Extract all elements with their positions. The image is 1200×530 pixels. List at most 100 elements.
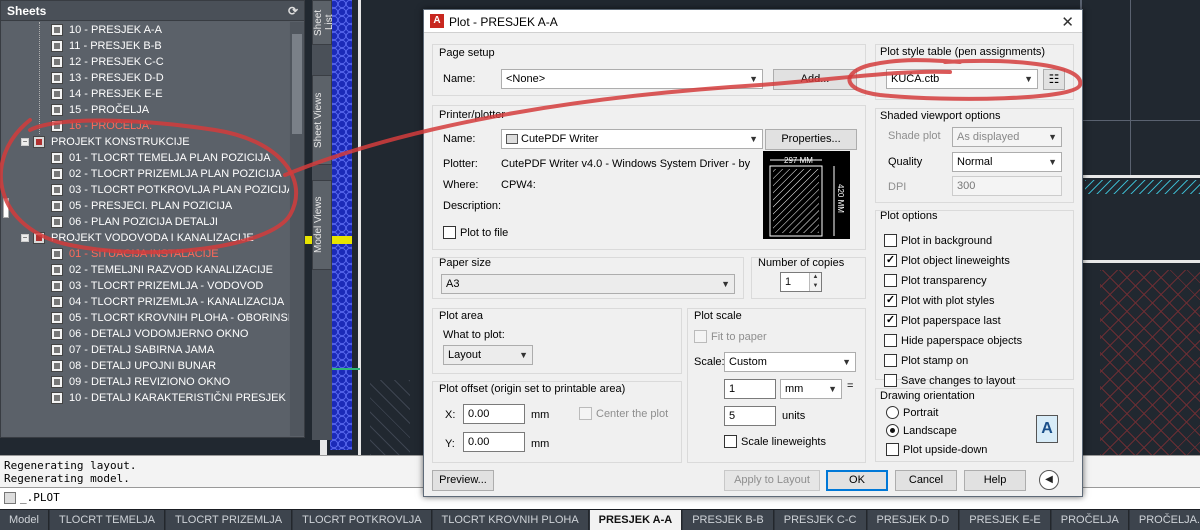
collapse-icon[interactable]: − (21, 138, 29, 146)
apply-to-layout-button[interactable]: Apply to Layout (724, 470, 820, 491)
tree-sheet-item[interactable]: 12 - PRESJEK C-C (3, 54, 289, 70)
sheet-icon (51, 184, 63, 196)
tree-sheet-item[interactable]: 10 - DETALJ KARAKTERISTIČNI PRESJEK ROVA (3, 390, 289, 406)
offset-y-input[interactable]: 0.00 (463, 432, 525, 452)
what-to-plot-select[interactable]: Layout ▼ (443, 345, 533, 365)
collapse-icon[interactable]: − (21, 234, 29, 242)
tree-sheet-item[interactable]: 03 - TLOCRT POTKROVLJA PLAN POZICIJA (3, 182, 289, 198)
panel-scrollbar[interactable] (290, 22, 304, 436)
scrollbar-thumb[interactable] (292, 34, 302, 134)
plot-option-checkbox[interactable]: ✓ Plot paperspace last (884, 313, 1001, 330)
layout-tab[interactable]: TLOCRT POTKROVLJA (293, 510, 432, 530)
tree-sheet-item[interactable]: 09 - DETALJ REVIZIONO OKNO (3, 374, 289, 390)
tree-sheet-item[interactable]: 06 - PLAN POZICIJA DETALJI (3, 214, 289, 230)
layout-tab[interactable]: PRESJEK D-D (867, 510, 960, 530)
edit-style-button[interactable]: ☷ (1043, 69, 1065, 90)
collapse-options-icon[interactable]: ◀ (1039, 470, 1059, 490)
tab-sheet-views[interactable]: Sheet Views (312, 75, 332, 165)
dialog-titlebar[interactable]: A Plot - PRESJEK A-A ✕ (424, 10, 1082, 33)
tree-sheet-item[interactable]: 02 - TEMELJNI RAZVOD KANALIZACIJE (3, 262, 289, 278)
tree-sheet-item[interactable]: 15 - PROČELJA (3, 102, 289, 118)
tree-sheet-item[interactable]: 08 - DETALJ UPOJNI BUNAR (3, 358, 289, 374)
layout-tab[interactable]: PRESJEK C-C (774, 510, 867, 530)
panel-header: Sheets ⟳ (1, 1, 304, 21)
center-plot-checkbox[interactable]: Center the plot (579, 406, 668, 423)
scale-unit-select[interactable]: mm ▼ (780, 379, 842, 399)
portrait-radio[interactable]: Portrait (886, 405, 938, 422)
tab-sheet-list[interactable]: Sheet List (312, 0, 335, 45)
sheet-tree[interactable]: 10 - PRESJEK A-A 11 - PRESJEK B-B 12 - PRE… (3, 22, 289, 436)
plot-option-checkbox[interactable]: Plot in background (884, 233, 992, 250)
tree-sheet-item[interactable]: 06 - DETALJ VODOMJERNO OKNO (3, 326, 289, 342)
tree-sheet-item[interactable]: 03 - TLOCRT PRIZEMLJA - VODOVOD (3, 278, 289, 294)
paper-size-select[interactable]: A3 ▼ (441, 274, 735, 294)
layout-tabs: Model TLOCRT TEMELJA TLOCRT PRIZEMLJA TLOCR… (0, 509, 1200, 530)
preview-button[interactable]: Preview... (432, 470, 494, 491)
layout-tab[interactable]: TLOCRT PRIZEMLJA (165, 510, 293, 530)
tree-sheet-item[interactable]: 01 - SITUACIJA INSTALACIJE (3, 246, 289, 262)
layout-tab[interactable]: TLOCRT KROVNIH PLOHA (432, 510, 589, 530)
plot-option-checkbox[interactable]: Plot transparency (884, 273, 987, 290)
tree-sheet-item[interactable]: 04 - TLOCRT PRIZEMLJA - KANALIZACIJA (3, 294, 289, 310)
tree-sheet-item[interactable]: 05 - TLOCRT KROVNIH PLOHA - OBORINSKA O (3, 310, 289, 326)
tree-item-label: 15 - PROČELJA (69, 104, 150, 116)
layout-tab[interactable]: Model (0, 510, 49, 530)
command-input[interactable]: _.PLOT (20, 491, 60, 504)
description-label: Description: (443, 200, 502, 212)
plot-option-checkbox[interactable]: ✓ Plot with plot styles (884, 293, 995, 310)
copies-spinner[interactable]: 1 ▲ ▼ (780, 272, 822, 292)
shaded-viewport-group: Shaded viewport options Shade plot As di… (875, 108, 1074, 203)
scale-select[interactable]: Custom ▼ (724, 352, 856, 372)
layout-tab[interactable]: PRESJEK A-A (589, 510, 683, 530)
properties-button[interactable]: Properties... (765, 129, 857, 150)
tree-sheet-item[interactable]: 07 - DETALJ SABIRNA JAMA (3, 342, 289, 358)
ok-button[interactable]: OK (826, 470, 888, 491)
what-to-plot-label: What to plot: (443, 329, 505, 341)
command-prompt-icon[interactable] (4, 492, 16, 504)
add-button[interactable]: Add... (773, 69, 857, 90)
help-button[interactable]: Help (964, 470, 1026, 491)
scale-lineweights-checkbox[interactable]: Scale lineweights (724, 434, 826, 451)
plot-option-checkbox[interactable]: Hide paperspace objects (884, 333, 1022, 350)
close-icon[interactable]: ✕ (1061, 13, 1074, 31)
offset-x-input[interactable]: 0.00 (463, 404, 525, 424)
sheet-icon (51, 40, 63, 52)
quality-select[interactable]: Normal ▼ (952, 152, 1062, 172)
layout-tab[interactable]: PRESJEK B-B (683, 510, 774, 530)
tree-subset[interactable]: − PROJEKT KONSTRUKCIJE (3, 134, 289, 150)
dark-hatch (370, 380, 410, 455)
tree-sheet-item[interactable]: 10 - PRESJEK A-A (3, 22, 289, 38)
page-setup-select[interactable]: <None> ▼ (501, 69, 763, 89)
landscape-radio[interactable]: Landscape (886, 423, 957, 440)
scale-paper-input[interactable]: 1 (724, 379, 776, 399)
tree-sheet-item[interactable]: 11 - PRESJEK B-B (3, 38, 289, 54)
dpi-input[interactable]: 300 (952, 176, 1062, 196)
fit-to-paper-checkbox[interactable]: Fit to paper (694, 329, 767, 346)
tree-sheet-item[interactable]: 02 - TLOCRT PRIZEMLJA PLAN POZICIJA (3, 166, 289, 182)
chevron-down-icon: ▼ (1048, 157, 1057, 167)
plot-offset-group: Plot offset (origin set to printable are… (432, 381, 682, 463)
shade-plot-select[interactable]: As displayed ▼ (952, 127, 1062, 147)
tree-sheet-item[interactable]: 16 - PROČELJA. (3, 118, 289, 134)
tree-sheet-item[interactable]: 13 - PRESJEK D-D (3, 70, 289, 86)
tree-sheet-item[interactable]: 14 - PRESJEK E-E (3, 86, 289, 102)
paper-size-group: Paper size A3 ▼ (432, 257, 744, 299)
plot-to-file-checkbox[interactable]: Plot to file (443, 225, 508, 242)
refresh-icon[interactable]: ⟳ (288, 4, 298, 18)
tree-subset[interactable]: − PROJEKT VODOVODA I KANALIZACIJE (3, 230, 289, 246)
tree-sheet-item[interactable]: 01 - TLOCRT TEMELJA PLAN POZICIJA (3, 150, 289, 166)
plot-option-checkbox[interactable]: ✓ Plot object lineweights (884, 253, 1010, 270)
layout-tab[interactable]: PROČELJA (1051, 510, 1129, 530)
layout-tab[interactable]: PROČELJA. (1129, 510, 1200, 530)
cancel-button[interactable]: Cancel (895, 470, 957, 491)
layout-tab[interactable]: PRESJEK E-E (960, 510, 1051, 530)
tab-model-views[interactable]: Model Views (312, 180, 332, 270)
upside-down-checkbox[interactable]: Plot upside-down (886, 442, 987, 459)
where-label: Where: (443, 179, 479, 191)
layout-tab[interactable]: TLOCRT TEMELJA (49, 510, 165, 530)
printer-select[interactable]: CutePDF Writer ▼ (501, 129, 763, 149)
scale-drawing-input[interactable]: 5 (724, 406, 776, 426)
tree-sheet-item[interactable]: 05 - PRESJECI. PLAN POZICIJA (3, 198, 289, 214)
plot-option-checkbox[interactable]: Plot stamp on (884, 353, 968, 370)
plot-style-select[interactable]: KUĆA.ctb ▼ (886, 69, 1038, 89)
